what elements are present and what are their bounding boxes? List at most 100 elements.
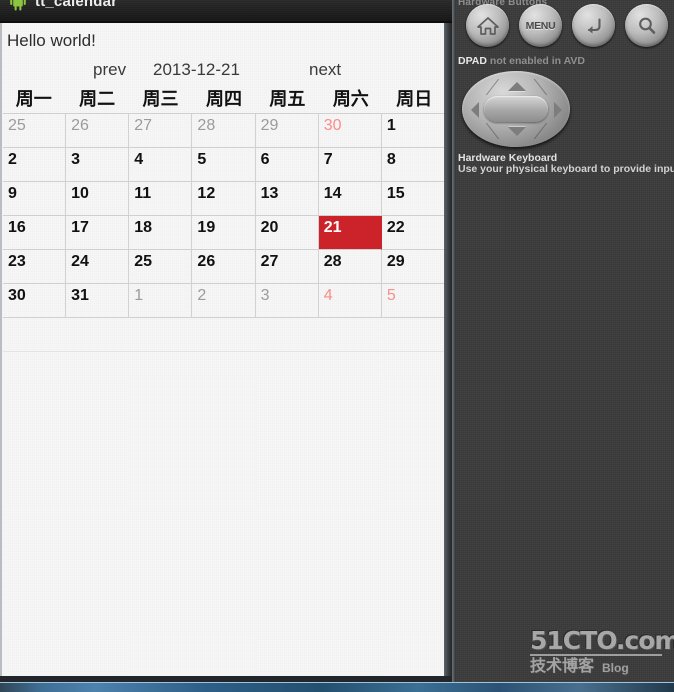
calendar-day-cell[interactable]: 4 <box>318 284 382 318</box>
calendar-day-cell[interactable]: 28 <box>318 250 382 284</box>
calendar-day-cell[interactable]: 30 <box>3 284 67 318</box>
dpad-down-icon[interactable] <box>508 127 526 136</box>
calendar-day-number: 6 <box>260 151 270 168</box>
calendar-day-cell[interactable]: 17 <box>66 216 130 250</box>
calendar-day-number: 19 <box>197 219 216 236</box>
dpad-control[interactable] <box>462 71 570 147</box>
calendar-day-number: 9 <box>8 185 17 202</box>
calendar-day-cell[interactable]: 14 <box>318 182 382 216</box>
calendar-day-number: 24 <box>71 253 89 270</box>
calendar-day-cell[interactable]: 16 <box>3 216 67 250</box>
calendar-week-row: 25 26 27 28 29 30 1 <box>3 114 445 148</box>
calendar-day-cell[interactable]: 4 <box>129 148 193 182</box>
watermark-cn: 技术博客 <box>530 658 595 675</box>
hello-world-label: Hello world! <box>7 31 96 50</box>
screenshot-root: Hardware Buttons MENU DPAD not enabled i… <box>0 0 674 692</box>
calendar-day-cell[interactable]: 15 <box>381 182 445 216</box>
dpad-center-button[interactable] <box>484 96 548 122</box>
current-date-label: 2013-12-21 <box>153 60 240 79</box>
emulator-panel-edge <box>452 0 456 682</box>
weekday-header-sun: 周日 <box>396 89 433 110</box>
emulator-device-screen: tt_calendar Hello world! prev 2013-12-21… <box>0 0 452 682</box>
calendar-day-cell[interactable]: 18 <box>129 216 193 250</box>
calendar-day-number: 29 <box>386 253 405 270</box>
calendar-day-cell[interactable]: 2 <box>192 284 256 318</box>
calendar-day-cell[interactable]: 6 <box>255 148 319 182</box>
calendar-day-cell[interactable]: 26 <box>192 250 256 284</box>
calendar-day-cell[interactable]: 1 <box>129 284 193 318</box>
calendar-day-cell[interactable]: 5 <box>192 148 256 182</box>
app-title: tt_calendar <box>35 0 118 10</box>
menu-button[interactable]: MENU <box>519 4 562 47</box>
calendar-day-cell[interactable]: 27 <box>129 114 193 148</box>
calendar-day-number: 26 <box>71 117 89 134</box>
calendar-day-cell[interactable]: 3 <box>255 284 319 318</box>
calendar-day-cell[interactable]: 13 <box>255 182 319 216</box>
calendar-day-cell[interactable]: 25 <box>129 250 193 284</box>
calendar-day-cell[interactable]: 9 <box>3 182 67 216</box>
calendar-day-number: 15 <box>386 185 405 202</box>
calendar-day-cell-selected[interactable]: 21 <box>318 216 382 250</box>
home-button[interactable] <box>466 4 509 47</box>
calendar-day-cell[interactable]: 2 <box>3 148 67 182</box>
calendar-day-cell[interactable]: 31 <box>66 284 130 318</box>
weekday-header-fri: 周五 <box>269 89 306 110</box>
calendar-day-number: 28 <box>197 117 216 134</box>
calendar-week-row: 2 3 4 5 6 7 8 <box>3 148 445 182</box>
back-icon <box>582 15 606 37</box>
app-content: Hello world! prev 2013-12-21 next 周一 周二 … <box>0 23 448 680</box>
calendar-week-row: 16 17 18 19 20 21 22 <box>3 216 445 250</box>
calendar-day-number: 16 <box>8 219 26 236</box>
dpad-up-icon[interactable] <box>508 82 526 91</box>
hardware-keyboard-subtext: Use your physical keyboard to provide in… <box>458 163 674 175</box>
weekday-header-thu: 周四 <box>205 89 242 110</box>
back-button[interactable] <box>572 4 615 47</box>
calendar-day-cell[interactable]: 30 <box>318 114 382 148</box>
calendar-day-cell[interactable]: 3 <box>66 148 130 182</box>
prev-month-button[interactable]: prev <box>93 60 126 80</box>
menu-label: MENU <box>525 19 556 32</box>
calendar-day-cell[interactable]: 8 <box>381 148 445 182</box>
calendar-day-cell[interactable]: 28 <box>192 114 256 148</box>
calendar-day-cell[interactable]: 23 <box>3 250 67 284</box>
search-button[interactable] <box>625 4 668 47</box>
calendar-day-cell[interactable]: 29 <box>255 114 319 148</box>
calendar-day-cell[interactable]: 11 <box>129 182 193 216</box>
hardware-buttons-row: MENU <box>466 4 668 48</box>
calendar-day-cell[interactable]: 19 <box>192 216 256 250</box>
calendar-day-cell[interactable]: 5 <box>381 284 445 318</box>
weekday-header-tue: 周二 <box>79 89 116 110</box>
android-robot-icon <box>8 0 28 11</box>
calendar-day-number: 14 <box>323 185 342 202</box>
home-icon <box>476 15 500 37</box>
calendar-day-number: 30 <box>323 117 342 134</box>
calendar-day-number: 26 <box>197 253 216 270</box>
weekday-header-row: 周一 周二 周三 周四 周五 周六 周日 <box>2 86 446 113</box>
calendar-day-cell[interactable]: 20 <box>255 216 319 250</box>
calendar-day-cell[interactable]: 22 <box>381 216 445 250</box>
dpad-left-icon[interactable] <box>471 102 479 118</box>
calendar-week-row: 23 24 25 26 27 28 29 <box>3 250 445 284</box>
calendar-day-number: 5 <box>386 287 396 304</box>
calendar-day-number: 31 <box>71 287 89 304</box>
calendar-day-number: 1 <box>386 117 396 134</box>
calendar-day-cell[interactable]: 1 <box>381 114 445 148</box>
emulator-control-panel: Hardware Buttons MENU DPAD not enabled i… <box>452 0 674 682</box>
calendar-day-cell[interactable]: 10 <box>66 182 130 216</box>
dpad-right-icon[interactable] <box>554 102 562 118</box>
calendar-day-cell[interactable]: 26 <box>66 114 130 148</box>
calendar-nav-row: prev 2013-12-21 next <box>2 60 446 86</box>
calendar-day-number: 20 <box>260 219 279 236</box>
watermark-site: 51CTO.com <box>530 626 674 655</box>
calendar-day-number: 23 <box>8 253 26 270</box>
calendar-day-number: 18 <box>134 219 153 236</box>
next-month-button[interactable]: next <box>309 60 341 80</box>
calendar-day-cell[interactable]: 24 <box>66 250 130 284</box>
calendar-day-cell[interactable]: 25 <box>3 114 67 148</box>
calendar-day-cell[interactable]: 7 <box>318 148 382 182</box>
calendar-day-number: 13 <box>260 185 279 202</box>
calendar-day-cell[interactable]: 12 <box>192 182 256 216</box>
dpad-caption-strong: DPAD <box>458 55 487 67</box>
calendar-day-cell[interactable]: 27 <box>255 250 319 284</box>
calendar-day-cell[interactable]: 29 <box>381 250 445 284</box>
